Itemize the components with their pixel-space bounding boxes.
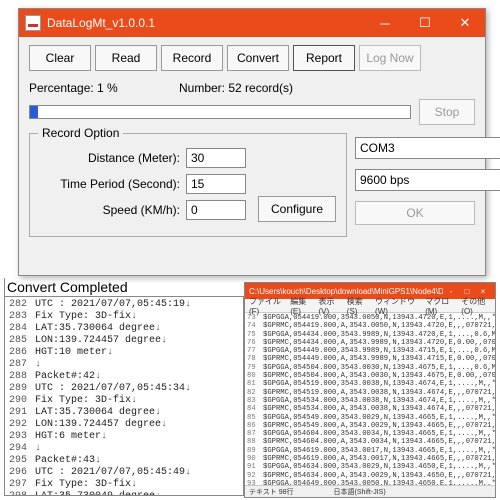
distance-row: Distance (Meter): [40,148,246,168]
log-line: 284LAT:35.730064 degree↓ [9,323,239,335]
close-button[interactable]: ✕ [445,9,485,37]
report-button[interactable]: Report [293,45,355,71]
nmea-menubar[interactable]: ファイル(F) 編集(E) 表示(V) 検索(S) ウィンドウ(W) マクロ(M) その他(… [245,299,495,313]
menu-item[interactable]: マクロ(M) [425,296,455,316]
baud-input[interactable] [355,169,500,191]
distance-label: Distance (Meter): [88,151,180,165]
nmea-line: 82$GPRMC,054519.000,A,3543.0038,N,13943.… [247,389,493,397]
menu-item[interactable]: 表示(V) [319,296,341,316]
time-row: Time Period (Second): [40,174,246,194]
menu-item[interactable]: 編集(E) [290,296,312,316]
nmea-line: 80$GPRMC,054504.000,A,3543.0030,N,13943.… [247,372,493,380]
log-line: 293HGT:6 meter↓ [9,431,239,443]
main-body: Clear Read Record Convert Report Log Now… [19,37,485,243]
nmea-line: 78$GPRMC,054449.000,A,3543.9989,N,13943.… [247,355,493,363]
clear-button[interactable]: Clear [29,45,91,71]
log-line: 290Fix Type: 3D-fix↓ [9,395,239,407]
main-window: DataLogMt_v1.0.0.1 ─ ☐ ✕ Clear Read Reco… [18,8,486,276]
convert-button[interactable]: Convert [227,45,289,71]
window-title: DataLogMt_v1.0.0.1 [47,16,365,30]
maximize-button[interactable]: □ [459,287,475,296]
time-input[interactable] [186,174,246,194]
log-line: 294↓ [9,443,239,455]
speed-row: Speed (KM/h): [40,200,246,220]
log-line: 286HGT:10 meter↓ [9,347,239,359]
log-line: 298LAT:35.730049 degree↓ [9,491,239,496]
log-line: 288Packet#:42↓ [9,371,239,383]
number-label: Number: 52 record(s) [179,81,293,95]
nmea-line: 79$GPGGA,054504.000,3543.0030,N,13943.46… [247,364,493,372]
close-button[interactable]: × [475,287,491,296]
log-line: 287↓ [9,359,239,371]
status-row: Percentage: 1 % Number: 52 record(s) [29,81,475,95]
log-line: 283Fix Type: 3D-fix↓ [9,311,239,323]
nmea-status-right: 日本語(Shift-JIS) [334,487,386,497]
log-line: 297Fix Type: 3D-fix↓ [9,479,239,491]
percentage-label: Percentage: 1 % [29,81,179,95]
record-option-legend: Record Option [38,126,123,140]
record-option-fieldset: Record Option Distance (Meter): Time Per… [29,133,347,237]
nmea-line: 86$GPRMC,054549.000,A,3543.0029,N,13943.… [247,422,493,430]
nmea-line: 74$GPRMC,054419.000,A,3543.0050,N,13943.… [247,322,493,330]
right-column: ▼ ▼ OK [355,133,475,237]
titlebar[interactable]: DataLogMt_v1.0.0.1 ─ ☐ ✕ [19,9,485,37]
nmea-status-left: テキスト 98行 [249,487,294,497]
progress-fill [30,106,38,118]
nmea-line: 84$GPRMC,054534.000,A,3543.0038,N,13943.… [247,405,493,413]
progress-row: Stop [29,99,475,125]
nmea-line: 77$GPGGA,054449.000,3543.9989,N,13943.47… [247,347,493,355]
nmea-line: 81$GPGGA,054519.000,3543.0038,N,13943.46… [247,380,493,388]
nmea-line: 87$GPGGA,054604.000,3543.0034,N,13943.46… [247,430,493,438]
lognow-button[interactable]: Log Now [359,45,421,71]
progress-bar [29,105,411,119]
menu-item[interactable]: 検索(S) [347,296,369,316]
port-combo[interactable]: ▼ [355,137,475,159]
log-line: 292LON:139.724457 degree↓ [9,419,239,431]
nmea-statusbar: テキスト 98行 日本語(Shift-JIS) [245,485,495,497]
speed-input[interactable] [186,200,246,220]
minimize-button[interactable]: ─ [365,9,405,37]
nmea-line: 89$GPGGA,054619.000,3543.0017,N,13943.46… [247,447,493,455]
speed-label: Speed (KM/h): [103,203,180,217]
convert-completed-label: Convert Completed [4,278,130,296]
minimize-button[interactable]: - [443,287,459,296]
distance-input[interactable] [186,148,246,168]
nmea-line: 85$GPGGA,054549.000,3543.0029,N,13943.46… [247,414,493,422]
log-line: 295Packet#:43↓ [9,455,239,467]
nmea-window: C:\Users\kouch\Desktop\download\MiniGPS1… [244,282,496,498]
nmea-line: 73$GPGGA,054419.000,3543.0050,N,13943.47… [247,314,493,322]
nmea-line: 92$GPRMC,054634.000,A,3543.0029,N,13943.… [247,472,493,480]
nmea-body[interactable]: 73$GPGGA,054419.000,3543.0050,N,13943.47… [245,313,495,498]
log-line: 291LAT:35.730064 degree↓ [9,407,239,419]
menu-item[interactable]: ファイル(F) [249,296,284,316]
nmea-line: 90$GPRMC,054619.000,A,3543.0017,N,13943.… [247,455,493,463]
nmea-window-controls: - □ × [443,287,491,296]
app-icon [25,15,41,31]
time-label: Time Period (Second): [60,177,180,191]
maximize-button[interactable]: ☐ [405,9,445,37]
record-button[interactable]: Record [161,45,223,71]
stop-button[interactable]: Stop [419,99,475,125]
lower-panel: Record Option Distance (Meter): Time Per… [29,133,475,237]
nmea-line: 91$GPGGA,054634.000,3543.0029,N,13943.46… [247,463,493,471]
log-line: 289UTC : 2021/07/07,05:45:34↓ [9,383,239,395]
nmea-line: 83$GPGGA,054534.000,3543.0038,N,13943.46… [247,397,493,405]
nmea-line: 76$GPRMC,054434.000,A,3543.9989,N,13943.… [247,339,493,347]
toolbar: Clear Read Record Convert Report Log Now [29,45,475,71]
ok-button[interactable]: OK [355,201,475,225]
port-input[interactable] [355,137,500,159]
log-line: 296UTC : 2021/07/07,05:45:49↓ [9,467,239,479]
menu-item[interactable]: ウィンドウ(W) [375,296,419,316]
log-line: 285LON:139.724457 degree↓ [9,335,239,347]
read-button[interactable]: Read [95,45,157,71]
configure-button[interactable]: Configure [258,196,336,222]
baud-combo[interactable]: ▼ [355,169,475,191]
menu-item[interactable]: その他(O) [461,296,491,316]
log-line: 282UTC : 2021/07/07,05:45:19↓ [9,299,239,311]
log-window[interactable]: 282UTC : 2021/07/07,05:45:19↓283Fix Type… [4,296,244,496]
nmea-line: 88$GPRMC,054604.000,A,3543.0034,N,13943.… [247,438,493,446]
window-controls: ─ ☐ ✕ [365,9,485,37]
nmea-line: 75$GPGGA,054434.000,3543.9989,N,13943.47… [247,331,493,339]
